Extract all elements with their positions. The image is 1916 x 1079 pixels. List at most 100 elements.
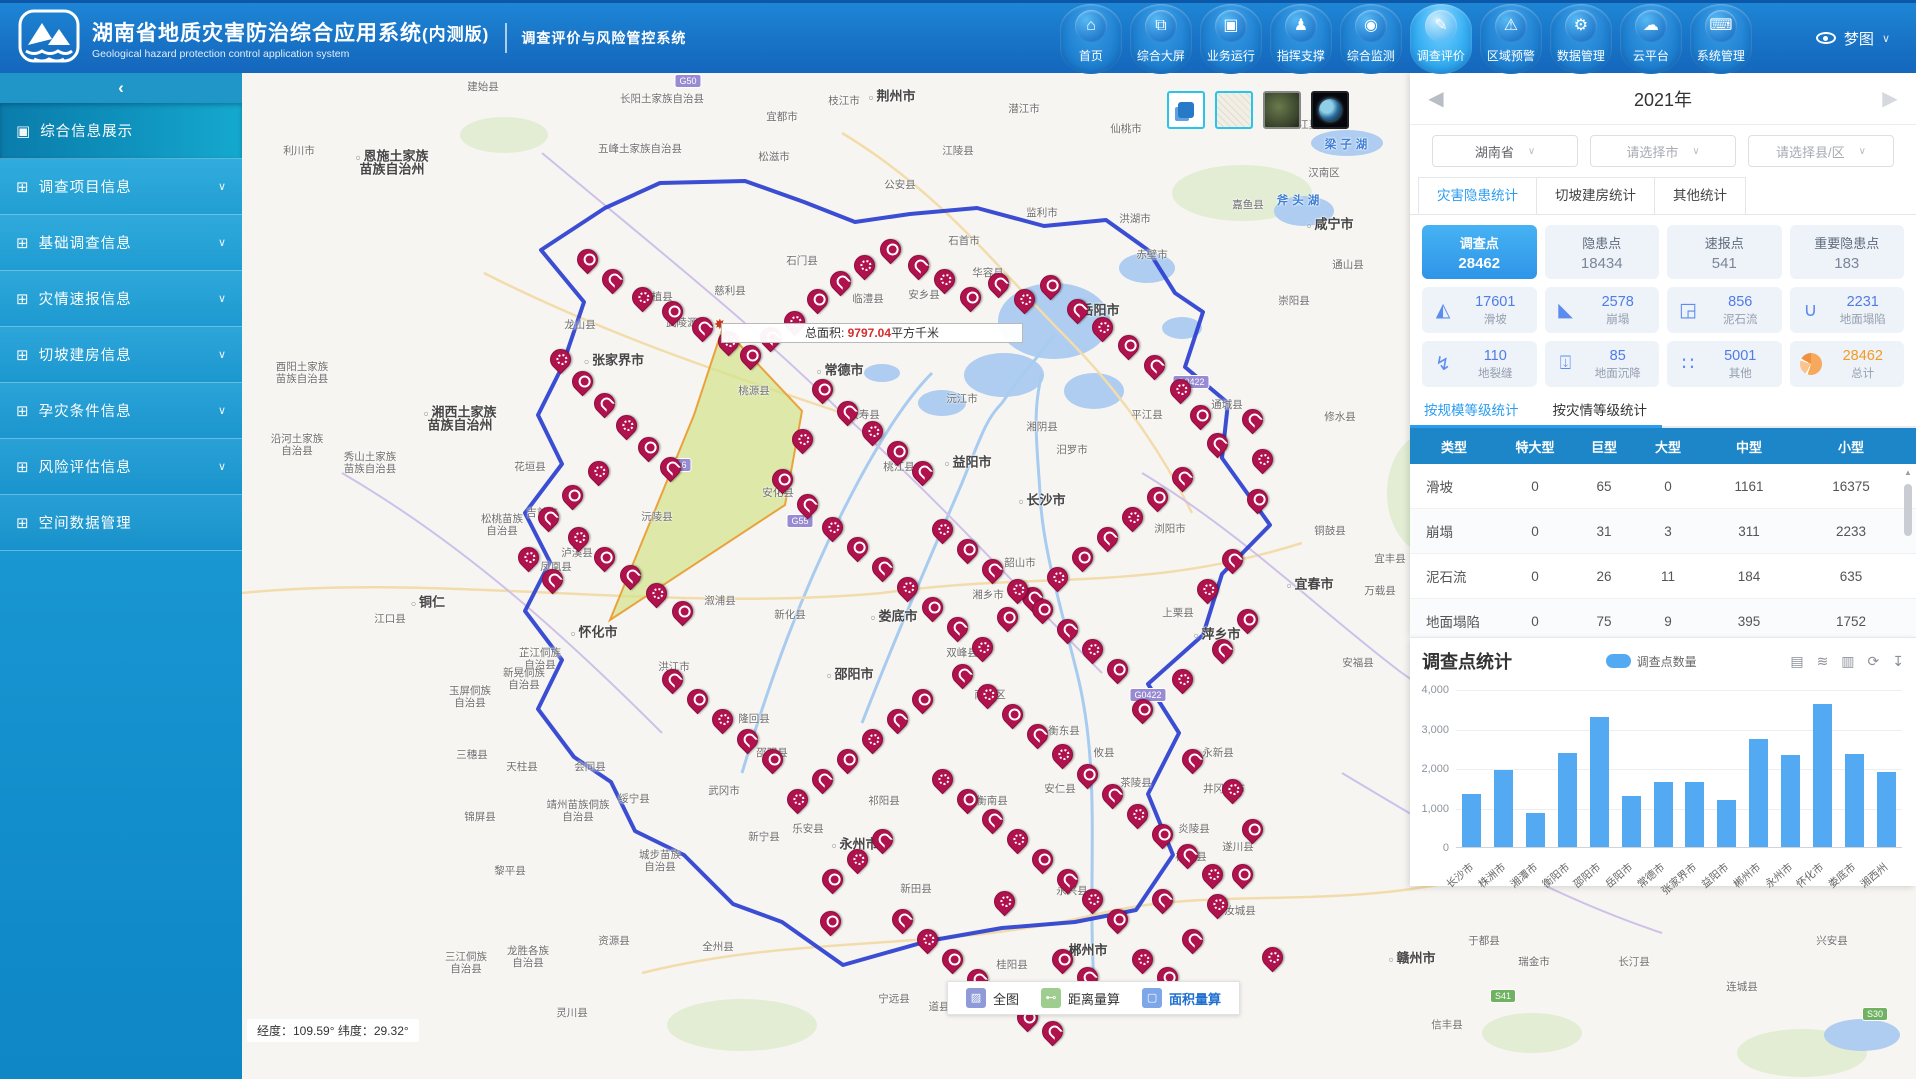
tab-其他统计[interactable]: 其他统计 [1654,177,1746,214]
map-tool-全图[interactable]: ▨全图 [966,988,1019,1008]
stat-label: 其他 [1707,365,1774,381]
tab-切坡建房统计[interactable]: 切坡建房统计 [1536,177,1655,214]
nav-item-label: 综合监测 [1347,47,1395,64]
table-cell: 滑坡 [1410,476,1498,496]
year-selector: ◀ 2021年 ▶ [1410,73,1916,125]
stat-value: 5001 [1707,348,1774,364]
stat-地面沉降[interactable]: ⍗85地面沉降 [1545,341,1660,387]
stat-泥石流[interactable]: ◲856泥石流 [1667,287,1782,333]
table-cell: 泥石流 [1410,566,1498,586]
table-icon: ⊞ [16,514,29,532]
nav-item-云平台[interactable]: ☁云平台 [1620,4,1682,74]
user-menu[interactable]: 梦图 ∨ [1816,28,1890,49]
nav-item-区域预警[interactable]: ⚠区域预警 [1480,4,1542,74]
card-value: 183 [1790,255,1905,272]
download-icon[interactable]: ↧ [1892,653,1904,670]
table-cell: 75 [1572,614,1636,629]
command-icon: ♟ [1285,10,1317,42]
nav-item-首页[interactable]: ⌂首页 [1060,4,1122,74]
subtab-按灾情等级统计[interactable]: 按灾情等级统计 [1553,399,1648,428]
stat-text: 110地裂缝 [1462,348,1529,381]
stat-其他[interactable]: ∷5001其他 [1667,341,1782,387]
region-select[interactable]: 湖南省∨ [1432,135,1578,167]
sidebar-item-灾情速报信息[interactable]: ⊞灾情速报信息∨ [0,271,242,327]
y-axis-tick: 0 [1443,842,1449,854]
stat-崩塌[interactable]: ◣2578崩塌 [1545,287,1660,333]
card-重要隐患点[interactable]: 重要隐患点183 [1790,225,1905,279]
previous-year-button[interactable]: ◀ [1424,86,1448,111]
nav-item-综合监测[interactable]: ◉综合监测 [1340,4,1402,74]
sidebar-item-空间数据管理[interactable]: ⊞空间数据管理 [0,495,242,551]
map-tool-面积量算[interactable]: ▢面积量算 [1142,988,1221,1008]
nav-item-系统管理[interactable]: ⌨系统管理 [1690,4,1752,74]
stat-滑坡[interactable]: ◭17601滑坡 [1422,287,1537,333]
tab-灾害隐患统计[interactable]: 灾害隐患统计 [1418,177,1537,214]
region-select[interactable]: 请选择市∨ [1590,135,1736,167]
nav-item-综合大屏[interactable]: ⧉综合大屏 [1130,4,1192,74]
sidebar-item-label: 切坡建房信息 [39,344,218,365]
table-cell: 395 [1700,614,1798,629]
level-subtabs: 按规模等级统计 按灾情等级统计 [1410,387,1916,428]
chart-legend[interactable]: 调查点数量 [1606,653,1697,670]
region-select[interactable]: 请选择县/区∨ [1748,135,1894,167]
table-cell: 0 [1498,479,1572,494]
map-tool-距离量算[interactable]: ⊷距离量算 [1041,988,1120,1008]
y-axis-tick: 2,000 [1421,763,1449,775]
chevron-down-icon: ∨ [1692,146,1699,157]
table-row: 泥石流02611184635 [1410,554,1916,599]
stat-总计[interactable]: 28462总计 [1790,341,1905,387]
street-basemap-button[interactable] [1215,91,1253,129]
nav-item-label: 业务运行 [1207,47,1255,64]
survey-icon: ✎ [1425,10,1457,42]
bar-娄底市 [1845,754,1864,847]
hazard-type-grid: ◭17601滑坡◣2578崩塌◲856泥石流∪2231地面塌陷 ↯110地裂缝⍗8… [1422,287,1904,387]
table-scrollbar[interactable]: ▲ [1902,468,1914,637]
region-filters: 湖南省∨ 请选择市∨ 请选择县/区∨ [1410,125,1916,177]
sidebar-item-基础调查信息[interactable]: ⊞基础调查信息∨ [0,215,242,271]
stat-label: 地面塌陷 [1830,311,1897,327]
table-cell: 1161 [1700,479,1798,494]
card-速报点[interactable]: 速报点541 [1667,225,1782,279]
bar-岳阳市 [1622,796,1641,847]
sidebar-item-风险评估信息[interactable]: ⊞风险评估信息∨ [0,439,242,495]
stat-地面塌陷[interactable]: ∪2231地面塌陷 [1790,287,1905,333]
nav-item-业务运行[interactable]: ▣业务运行 [1200,4,1262,74]
subsidence-icon: ⍗ [1553,353,1579,375]
chart-toolbar: ▤ ≋ ▥ ⟳ ↧ [1790,653,1904,670]
table-cell: 2233 [1798,524,1904,539]
nav-item-指挥支撑[interactable]: ♟指挥支撑 [1270,4,1332,74]
chart-title: 调查点统计 [1422,648,1512,674]
line-chart-icon[interactable]: ≋ [1817,653,1829,670]
card-value: 18434 [1545,255,1660,272]
bar-chart-icon[interactable]: ▥ [1841,653,1854,670]
satellite-basemap-button[interactable] [1263,91,1301,129]
bar-张家界市 [1685,782,1704,847]
nav-item-label: 首页 [1079,47,1103,64]
面积量算-icon: ▢ [1142,988,1162,1008]
globe-basemap-button[interactable] [1311,91,1349,129]
next-year-button[interactable]: ▶ [1878,86,1902,111]
scrollbar-thumb[interactable] [1904,484,1912,536]
stat-地裂缝[interactable]: ↯110地裂缝 [1422,341,1537,387]
landslide-icon: ◭ [1430,299,1456,322]
stat-value: 28462 [1830,348,1897,364]
card-调查点[interactable]: 调查点28462 [1422,225,1537,279]
sidebar-item-综合信息展示[interactable]: ▣综合信息展示 [0,103,242,159]
nav-item-数据管理[interactable]: ⚙数据管理 [1550,4,1612,74]
layers-button[interactable] [1167,91,1205,129]
chevron-down-icon: ∨ [218,404,226,417]
sidebar-item-label: 基础调查信息 [39,232,218,253]
stat-label: 地面沉降 [1585,365,1652,381]
refresh-icon[interactable]: ⟳ [1868,653,1880,670]
sidebar-collapse-button[interactable]: ‹ [0,73,242,103]
nav-item-调查评价[interactable]: ✎调查评价 [1410,4,1472,74]
sidebar-item-孕灾条件信息[interactable]: ⊞孕灾条件信息∨ [0,383,242,439]
scroll-up-icon[interactable]: ▲ [1902,468,1914,480]
card-隐患点[interactable]: 隐患点18434 [1545,225,1660,279]
sidebar-item-调查项目信息[interactable]: ⊞调查项目信息∨ [0,159,242,215]
stat-label: 崩塌 [1585,311,1652,327]
data-view-icon[interactable]: ▤ [1790,653,1803,670]
table-cell: 1752 [1798,614,1904,629]
subtab-按规模等级统计[interactable]: 按规模等级统计 [1424,399,1519,428]
sidebar-item-切坡建房信息[interactable]: ⊞切坡建房信息∨ [0,327,242,383]
